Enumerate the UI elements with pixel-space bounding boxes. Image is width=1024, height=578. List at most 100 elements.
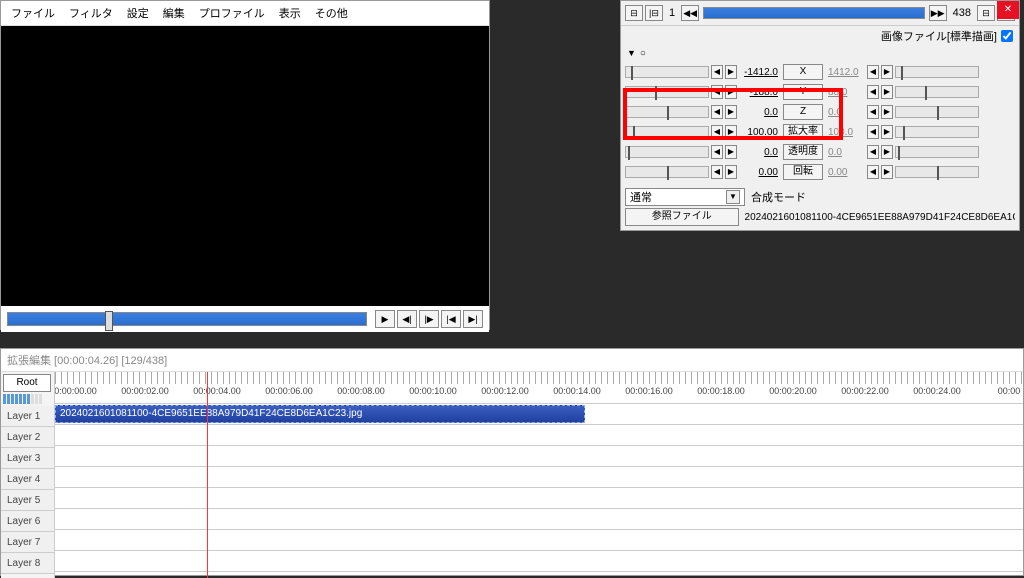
skip-end-icon[interactable]: ▶| <box>463 310 483 328</box>
menu-profile[interactable]: プロファイル <box>193 3 271 23</box>
inc-icon[interactable]: ▶ <box>881 145 893 159</box>
param-label[interactable]: X <box>783 64 823 80</box>
menu-edit[interactable]: 編集 <box>157 3 191 23</box>
close-icon[interactable]: ✕ <box>997 1 1019 19</box>
dec-icon[interactable]: ◀ <box>711 65 723 79</box>
param-slider-left[interactable] <box>625 146 709 158</box>
dec-icon[interactable]: ◀ <box>711 165 723 179</box>
frame-total: 438 <box>949 7 975 19</box>
ruler-tick-label: 00:00:22.00 <box>841 386 889 396</box>
param-value-r[interactable]: 100.0 <box>825 127 865 138</box>
dec-icon[interactable]: ◀ <box>711 125 723 139</box>
param-value-r[interactable]: 1412.0 <box>825 67 865 78</box>
step-fwd-icon[interactable]: |▶ <box>419 310 439 328</box>
param-value[interactable]: 100.00 <box>739 127 781 138</box>
standard-draw-checkbox[interactable] <box>1001 30 1013 42</box>
layer-label[interactable]: Layer 1 <box>1 406 54 427</box>
param-value[interactable]: 0.00 <box>739 167 781 178</box>
skip-start-icon[interactable]: |◀ <box>441 310 461 328</box>
inc-icon[interactable]: ▶ <box>881 165 893 179</box>
menu-other[interactable]: その他 <box>309 3 354 23</box>
inc-icon[interactable]: ▶ <box>881 85 893 99</box>
param-slider-left[interactable] <box>625 106 709 118</box>
param-value[interactable]: -188.0 <box>739 87 781 98</box>
timeline-tracks[interactable]: 00:00:00.0000:00:02.0000:00:04.0000:00:0… <box>55 372 1023 578</box>
zoom-strip[interactable] <box>3 394 52 404</box>
param-slider-right[interactable] <box>895 86 979 98</box>
inc-icon[interactable]: ▶ <box>725 125 737 139</box>
inc-icon[interactable]: ▶ <box>725 165 737 179</box>
menu-filter[interactable]: フィルタ <box>63 3 119 23</box>
frame-rewind-icon[interactable]: ◀◀ <box>681 5 699 21</box>
param-value-r[interactable]: 0.0 <box>825 147 865 158</box>
dec-icon[interactable]: ◀ <box>867 85 879 99</box>
properties-window: ✕ ⊟ |⊟ 1 ◀◀ ▶▶ 438 ⊟ + 画像ファイル[標準描画] ▼○ ◀… <box>620 0 1020 231</box>
param-label[interactable]: Z <box>783 104 823 120</box>
frame-forward-icon[interactable]: ▶▶ <box>929 5 947 21</box>
frame-slider[interactable] <box>703 7 925 19</box>
param-value-r[interactable]: 88.0 <box>825 87 865 98</box>
layer-label[interactable]: Layer 6 <box>1 511 54 532</box>
dec-icon[interactable]: ◀ <box>867 105 879 119</box>
frame-set-start-icon[interactable]: ⊟ <box>625 5 643 21</box>
dec-icon[interactable]: ◀ <box>711 105 723 119</box>
frame-set-end-icon[interactable]: ⊟ <box>977 5 995 21</box>
inc-icon[interactable]: ▶ <box>725 65 737 79</box>
param-slider-right[interactable] <box>895 166 979 178</box>
param-label[interactable]: Y <box>783 84 823 100</box>
layer-label[interactable]: Layer 3 <box>1 448 54 469</box>
inc-icon[interactable]: ▶ <box>881 65 893 79</box>
menu-settings[interactable]: 設定 <box>121 3 155 23</box>
param-value[interactable]: -1412.0 <box>739 67 781 78</box>
inc-icon[interactable]: ▶ <box>725 105 737 119</box>
menu-view[interactable]: 表示 <box>273 3 307 23</box>
menu-file[interactable]: ファイル <box>5 3 61 23</box>
param-slider-left[interactable] <box>625 166 709 178</box>
dec-icon[interactable]: ◀ <box>867 145 879 159</box>
clip[interactable]: 20240216010811​00-4CE9651EE88A979D41F24C… <box>55 405 585 423</box>
expand-bar[interactable]: ▼○ <box>621 46 1019 60</box>
inc-icon[interactable]: ▶ <box>725 85 737 99</box>
param-slider-left[interactable] <box>625 86 709 98</box>
blend-mode-value: 通常 <box>630 189 652 205</box>
param-slider-right[interactable] <box>895 146 979 158</box>
layer-label[interactable]: Layer 7 <box>1 532 54 553</box>
ruler-tick-label: 00:00:00.00 <box>55 386 97 396</box>
param-slider-left[interactable] <box>625 66 709 78</box>
layer-label[interactable]: Layer 4 <box>1 469 54 490</box>
dropdown-icon: ▼ <box>726 190 740 204</box>
inc-icon[interactable]: ▶ <box>725 145 737 159</box>
dec-icon[interactable]: ◀ <box>711 85 723 99</box>
param-slider-right[interactable] <box>895 66 979 78</box>
ruler[interactable]: 00:00:00.0000:00:02.0000:00:04.0000:00:0… <box>55 372 1023 404</box>
param-slider-right[interactable] <box>895 106 979 118</box>
param-row-scale: ◀▶ 100.00 拡大率 100.0 ◀▶ <box>625 122 1015 142</box>
layer-label[interactable]: Layer 8 <box>1 553 54 574</box>
inc-icon[interactable]: ▶ <box>881 125 893 139</box>
param-label[interactable]: 回転 <box>783 164 823 180</box>
dec-icon[interactable]: ◀ <box>867 125 879 139</box>
param-value-r[interactable]: 0.0 <box>825 107 865 118</box>
layer-label[interactable]: Layer 5 <box>1 490 54 511</box>
frame-prev-cut-icon[interactable]: |⊟ <box>645 5 663 21</box>
param-value[interactable]: 0.0 <box>739 107 781 118</box>
playhead[interactable] <box>207 372 208 578</box>
param-value[interactable]: 0.0 <box>739 147 781 158</box>
dec-icon[interactable]: ◀ <box>867 165 879 179</box>
step-back-icon[interactable]: ◀| <box>397 310 417 328</box>
file-browse-button[interactable]: 参照ファイル <box>625 208 739 226</box>
seek-slider[interactable] <box>7 312 367 326</box>
play-icon[interactable]: ▶ <box>375 310 395 328</box>
root-button[interactable]: Root <box>3 374 51 392</box>
blend-mode-select[interactable]: 通常 ▼ <box>625 188 745 206</box>
dec-icon[interactable]: ◀ <box>867 65 879 79</box>
param-slider-right[interactable] <box>895 126 979 138</box>
param-label[interactable]: 拡大率 <box>783 124 823 140</box>
track-row <box>55 509 1023 530</box>
layer-label[interactable]: Layer 2 <box>1 427 54 448</box>
dec-icon[interactable]: ◀ <box>711 145 723 159</box>
param-label[interactable]: 透明度 <box>783 144 823 160</box>
inc-icon[interactable]: ▶ <box>881 105 893 119</box>
param-value-r[interactable]: 0.00 <box>825 167 865 178</box>
param-slider-left[interactable] <box>625 126 709 138</box>
